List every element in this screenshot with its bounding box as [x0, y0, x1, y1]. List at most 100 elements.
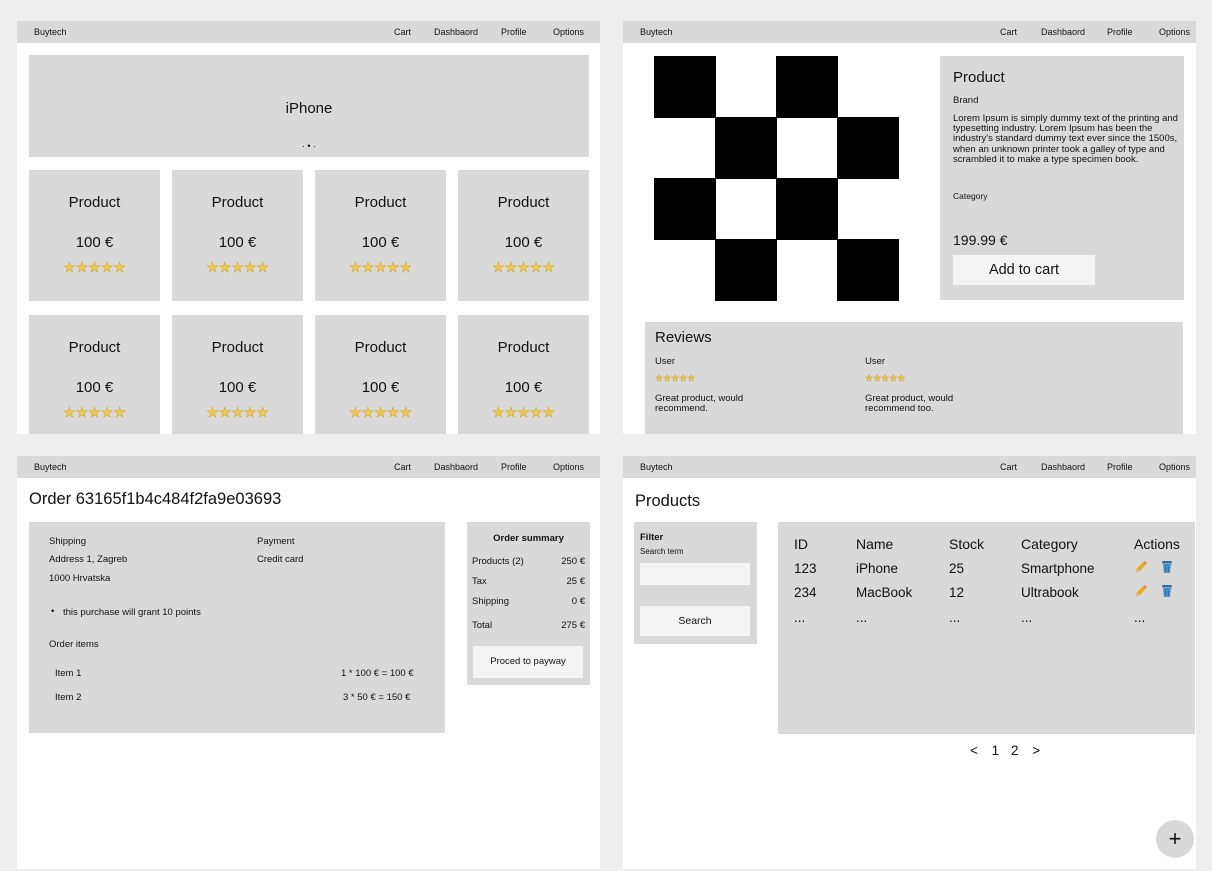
admin-products-screen: Buytech Cart Dashbaord Profile Options P…: [623, 456, 1196, 869]
cell-name: MacBook: [856, 585, 913, 600]
bullet-icon: •: [51, 606, 55, 617]
nav-cart[interactable]: Cart: [1000, 27, 1017, 37]
navbar: Buytech Cart Dashbaord Profile Options: [17, 21, 600, 43]
pagination-next[interactable]: >: [1032, 743, 1040, 758]
review-stars: ★★★★★: [865, 373, 906, 383]
product-price: 100 €: [218, 234, 257, 251]
hero-banner[interactable]: iPhone · • ·: [29, 55, 589, 157]
product-card[interactable]: Product 100 € ★★★★★: [29, 170, 160, 301]
rating-stars: ★★★★★: [63, 404, 126, 420]
reviews-panel: Reviews User ★★★★★ Great product, would …: [645, 322, 1183, 434]
order-item-calc: 3 * 50 € = 150 €: [343, 692, 411, 703]
product-image: [654, 56, 902, 301]
nav-dashboard[interactable]: Dashbaord: [434, 27, 478, 37]
delete-trash-icon[interactable]: [1161, 560, 1173, 579]
product-name: Product: [354, 339, 407, 356]
cell-category: Ultrabook: [1021, 585, 1079, 600]
cell-category: ...: [1021, 610, 1033, 625]
pagination-page[interactable]: 1: [992, 743, 1000, 758]
proceed-to-payment-button[interactable]: Proced to payway: [473, 646, 583, 678]
cell-name: iPhone: [856, 561, 899, 576]
product-card[interactable]: Product 100 € ★★★★★: [458, 315, 589, 434]
brand-logo[interactable]: Buytech: [640, 27, 673, 37]
nav-dashboard[interactable]: Dashbaord: [1041, 27, 1085, 37]
product-card[interactable]: Product 100 € ★★★★★: [172, 170, 303, 301]
product-price: 199.99 €: [953, 232, 1008, 248]
order-details-panel: Shipping Address 1, Zagreb 1000 Hrvatska…: [29, 522, 445, 733]
summary-value: 25 €: [566, 576, 586, 587]
rating-stars: ★★★★★: [349, 404, 412, 420]
nav-options[interactable]: Options: [553, 27, 584, 37]
pagination-prev[interactable]: <: [970, 743, 978, 758]
brand-logo[interactable]: Buytech: [640, 462, 673, 472]
navbar: Buytech Cart Dashbaord Profile Options: [623, 21, 1196, 43]
cell-actions: ...: [1134, 610, 1146, 625]
summary-label: Tax: [472, 576, 487, 587]
summary-value: 275 €: [561, 620, 585, 631]
add-to-cart-button[interactable]: Add to cart: [953, 255, 1095, 285]
products-table: ID Name Stock Category Actions 123 iPhon…: [778, 522, 1195, 734]
product-name: Product: [497, 194, 550, 211]
search-button[interactable]: Search: [640, 606, 750, 636]
nav-profile[interactable]: Profile: [501, 27, 527, 37]
home-screen: Buytech Cart Dashbaord Profile Options i…: [17, 21, 600, 434]
rating-stars: ★★★★★: [63, 259, 126, 275]
review-user: User: [865, 356, 886, 367]
rating-stars: ★★★★★: [206, 259, 269, 275]
product-price: 100 €: [504, 379, 543, 396]
rating-stars: ★★★★★: [492, 259, 555, 275]
rating-stars: ★★★★★: [206, 404, 269, 420]
add-product-fab[interactable]: +: [1156, 820, 1194, 858]
filter-panel: Filter Search term Search: [634, 522, 757, 644]
product-name: Product: [211, 194, 264, 211]
nav-cart[interactable]: Cart: [394, 27, 411, 37]
plus-icon: +: [1168, 826, 1182, 851]
nav-options[interactable]: Options: [553, 462, 584, 472]
banner-title: iPhone: [285, 100, 333, 117]
brand-logo[interactable]: Buytech: [34, 27, 67, 37]
delete-trash-icon[interactable]: [1161, 584, 1173, 603]
nav-dashboard[interactable]: Dashbaord: [434, 462, 478, 472]
product-card[interactable]: Product 100 € ★★★★★: [172, 315, 303, 434]
review-text: Great product, would recommend too.: [865, 393, 954, 414]
cell-stock: ...: [949, 610, 961, 625]
column-header-name: Name: [856, 536, 894, 552]
product-name: Product: [497, 339, 550, 356]
shipping-address-line2: 1000 Hrvatska: [49, 573, 111, 584]
product-name: Product: [354, 194, 407, 211]
shipping-address-line1: Address 1, Zagreb: [49, 554, 128, 565]
order-items-label: Order items: [49, 639, 99, 650]
nav-cart[interactable]: Cart: [394, 462, 411, 472]
product-card[interactable]: Product 100 € ★★★★★: [29, 315, 160, 434]
nav-options[interactable]: Options: [1159, 462, 1190, 472]
nav-cart[interactable]: Cart: [1000, 462, 1017, 472]
cell-id: 234: [794, 585, 817, 600]
order-title: Order 63165f1b4c484f2fa9e03693: [29, 490, 282, 508]
edit-pencil-icon[interactable]: [1134, 584, 1148, 603]
nav-options[interactable]: Options: [1159, 27, 1190, 37]
product-price: 100 €: [361, 234, 400, 251]
product-card[interactable]: Product 100 € ★★★★★: [458, 170, 589, 301]
nav-profile[interactable]: Profile: [501, 462, 527, 472]
product-category: Category: [953, 191, 988, 201]
pagination: < 1 2 >: [970, 743, 1040, 758]
product-card[interactable]: Product 100 € ★★★★★: [315, 170, 446, 301]
pagination-page[interactable]: 2: [1011, 743, 1019, 758]
carousel-dots[interactable]: · • ·: [29, 141, 589, 151]
summary-value: 0 €: [571, 596, 585, 607]
edit-pencil-icon[interactable]: [1134, 560, 1148, 579]
product-card[interactable]: Product 100 € ★★★★★: [315, 315, 446, 434]
cell-stock: 12: [949, 585, 965, 600]
order-screen: Buytech Cart Dashbaord Profile Options O…: [17, 456, 600, 869]
brand-logo[interactable]: Buytech: [34, 462, 67, 472]
column-header-stock: Stock: [949, 536, 985, 552]
nav-profile[interactable]: Profile: [1107, 462, 1133, 472]
product-price: 100 €: [75, 379, 114, 396]
cell-id: ...: [794, 610, 806, 625]
search-input[interactable]: [640, 563, 750, 585]
nav-profile[interactable]: Profile: [1107, 27, 1133, 37]
filter-title: Filter: [640, 532, 664, 543]
order-item-name: Item 2: [55, 692, 82, 703]
payment-label: Payment: [257, 536, 295, 547]
nav-dashboard[interactable]: Dashbaord: [1041, 462, 1085, 472]
